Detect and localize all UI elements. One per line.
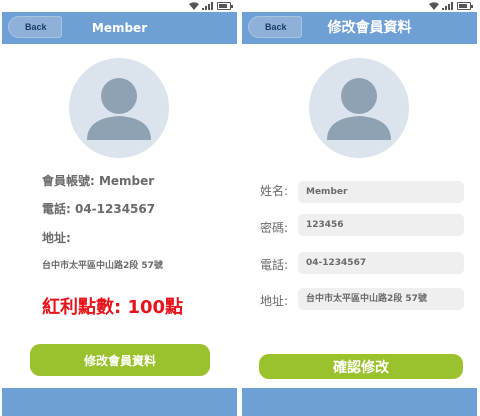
avatar-icon: [87, 78, 151, 140]
phone-label: 電話:: [260, 258, 289, 272]
address-field[interactable]: 台中市太平區中山路2段 57號: [298, 288, 464, 310]
status-bar: [242, 0, 477, 12]
status-bar: [2, 0, 237, 12]
edit-profile-button[interactable]: 修改會員資料: [30, 344, 210, 376]
name-field[interactable]: Member: [298, 181, 464, 203]
edit-member-screen: Back 修改會員資料 姓名: Member 密碼: 123456 電話: 04…: [242, 0, 477, 416]
avatar: [309, 58, 409, 158]
wifi-icon: [189, 2, 199, 10]
status-icons: [189, 1, 233, 11]
confirm-edit-button[interactable]: 確認修改: [259, 354, 463, 379]
app-bar: Back 修改會員資料: [242, 12, 477, 44]
name-label: 姓名:: [260, 184, 289, 198]
member-phone: 電話: 04-1234567: [42, 202, 156, 216]
avatar-icon: [327, 78, 391, 140]
password-field[interactable]: 123456: [298, 214, 464, 236]
bottom-bar: [2, 388, 237, 416]
address-label: 地址:: [260, 294, 289, 308]
signal-icon: [202, 2, 214, 10]
member-address-value: 台中市太平區中山路2段 57號: [42, 261, 163, 271]
member-screen: Back Member 會員帳號: Member 電話: 04-1234567 …: [2, 0, 237, 416]
battery-icon: [457, 2, 473, 10]
member-account: 會員帳號: Member: [42, 174, 155, 188]
bonus-points: 紅利點數: 100點: [42, 297, 184, 318]
signal-icon: [442, 2, 454, 10]
back-button[interactable]: Back: [8, 16, 62, 38]
member-address-label: 地址:: [42, 231, 71, 245]
phone-field[interactable]: 04-1234567: [298, 252, 464, 274]
battery-icon: [217, 2, 233, 10]
wifi-icon: [429, 2, 439, 10]
password-label: 密碼:: [260, 221, 289, 235]
app-bar: Back Member: [2, 12, 237, 44]
avatar: [69, 58, 169, 158]
back-button[interactable]: Back: [248, 16, 302, 38]
status-icons: [429, 1, 473, 11]
bottom-bar: [242, 388, 477, 416]
